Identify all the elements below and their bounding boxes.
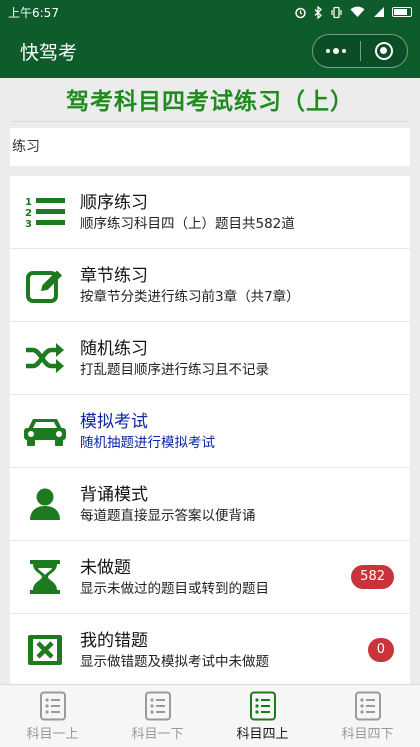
more-dots-icon bbox=[326, 48, 347, 54]
target-circle-icon bbox=[374, 42, 393, 60]
item-title: 模拟考试 bbox=[80, 412, 148, 432]
list-doc-icon bbox=[39, 691, 66, 721]
item-desc: 随机抽题进行模拟考试 bbox=[80, 435, 215, 451]
list-doc-icon bbox=[144, 691, 171, 721]
item-title: 章节练习 bbox=[80, 266, 148, 286]
list-item-recite-mode[interactable]: 背诵模式 每道题直接显示答案以便背诵 bbox=[10, 468, 410, 541]
item-title: 我的错题 bbox=[80, 631, 148, 651]
battery-icon bbox=[392, 7, 412, 17]
list-item-wrong-answers[interactable]: 我的错题 显示做错题及模拟考试中未做题 0 bbox=[10, 614, 410, 684]
nav-title: 快驾考 bbox=[20, 41, 78, 64]
list-item-chapter-practice[interactable]: 章节练习 按章节分类进行练习前3章（共7章） bbox=[10, 249, 410, 322]
hourglass-icon bbox=[30, 560, 60, 594]
nav-bar: 快驾考 bbox=[0, 24, 420, 78]
user-icon bbox=[30, 488, 60, 520]
alarm-icon bbox=[295, 7, 306, 18]
tab-bar: 科目一上 科目一下 科目四上 科目四下 bbox=[0, 684, 420, 747]
list-item-random-practice[interactable]: 随机练习 打乱题目顺序进行练习且不记录 bbox=[10, 322, 410, 395]
item-desc: 打乱题目顺序进行练习且不记录 bbox=[80, 362, 269, 378]
tab-label: 科目一下 bbox=[131, 727, 184, 742]
item-desc: 按章节分类进行练习前3章（共7章） bbox=[80, 289, 300, 305]
tab-subject1-part1[interactable]: 科目一上 bbox=[0, 685, 105, 747]
list-doc-icon bbox=[354, 691, 381, 721]
practice-list: 1 2 3 顺序练习 顺序练习科目四（上）题目共582道 章节练习 按章节分类进… bbox=[10, 176, 410, 684]
car-icon bbox=[24, 419, 66, 446]
count-badge: 582 bbox=[351, 565, 394, 589]
shuffle-icon bbox=[26, 343, 64, 373]
main-content: 驾考科目四考试练习（上） 练习 1 2 3 顺序练习 顺序练习科目四（上）题目共… bbox=[0, 78, 420, 684]
tab-subject1-part2[interactable]: 科目一下 bbox=[105, 685, 210, 747]
list-doc-icon bbox=[249, 691, 276, 721]
edit-icon bbox=[26, 270, 62, 303]
status-bar: 上午6:57 bbox=[0, 0, 420, 24]
item-desc: 顺序练习科目四（上）题目共582道 bbox=[80, 216, 295, 232]
item-title: 背诵模式 bbox=[80, 485, 148, 505]
close-mini-program-button[interactable] bbox=[361, 35, 408, 67]
list-item-sequential-practice[interactable]: 1 2 3 顺序练习 顺序练习科目四（上）题目共582道 bbox=[10, 176, 410, 249]
vibrate-icon bbox=[331, 6, 342, 18]
wifi-icon bbox=[350, 6, 365, 18]
section-label: 练习 bbox=[10, 128, 410, 166]
svg-text:2: 2 bbox=[25, 208, 32, 219]
list-item-mock-exam[interactable]: 模拟考试 随机抽题进行模拟考试 bbox=[10, 395, 410, 468]
page-headline: 驾考科目四考试练习（上） bbox=[12, 84, 408, 122]
tab-subject4-part1[interactable]: 科目四上 bbox=[210, 685, 315, 747]
status-time: 上午6:57 bbox=[8, 5, 59, 20]
bluetooth-icon bbox=[314, 5, 322, 19]
signal-icon bbox=[374, 7, 384, 17]
svg-text:3: 3 bbox=[25, 219, 32, 229]
item-title: 随机练习 bbox=[80, 339, 148, 359]
list-item-unanswered[interactable]: 未做题 显示未做过的题目或转到的题目 582 bbox=[10, 541, 410, 614]
svg-text:1: 1 bbox=[25, 197, 32, 208]
item-desc: 每道题直接显示答案以便背诵 bbox=[80, 508, 256, 524]
mini-program-capsule bbox=[312, 34, 408, 68]
tab-label: 科目四下 bbox=[341, 727, 394, 742]
count-badge: 0 bbox=[367, 638, 394, 662]
tab-label: 科目四上 bbox=[236, 727, 289, 742]
numbered-list-icon: 1 2 3 bbox=[25, 197, 65, 229]
item-title: 顺序练习 bbox=[80, 193, 148, 213]
error-box-icon bbox=[28, 635, 62, 665]
tab-label: 科目一上 bbox=[26, 727, 79, 742]
tab-subject4-part2[interactable]: 科目四下 bbox=[315, 685, 420, 747]
more-button[interactable] bbox=[313, 35, 360, 67]
item-desc: 显示做错题及模拟考试中未做题 bbox=[80, 654, 269, 670]
